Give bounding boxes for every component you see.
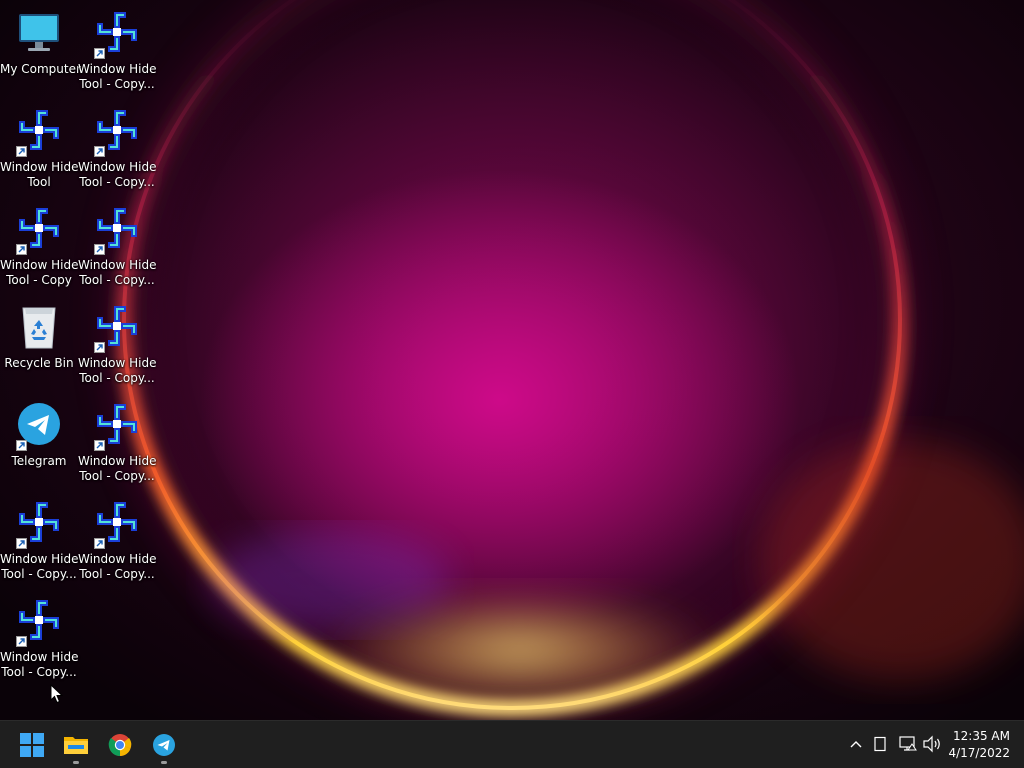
start-button[interactable] [12,725,52,765]
shortcut-arrow-icon [16,538,27,549]
clock-time: 12:35 AM [953,729,1010,743]
windows-logo-icon [20,733,44,757]
folder-icon [64,737,88,754]
icon-label: Window Hide Tool - Copy... [78,552,157,581]
pinwheel-icon [93,206,141,255]
clock-date: 4/17/2022 [948,746,1010,760]
icon-label: Window Hide Tool - Copy... [78,258,157,287]
icon-label: My Computer [0,62,81,76]
window-hide-tool-copy-shortcut[interactable]: Window Hide Tool - Copy... [78,396,157,486]
window-hide-tool-copy-shortcut[interactable]: Window Hide Tool - Copy... [78,4,157,94]
shortcut-arrow-icon [94,48,105,59]
pinwheel-icon [93,108,141,157]
window-hide-tool-copy-shortcut[interactable]: Window Hide Tool - Copy... [78,102,157,192]
network-icon [899,736,917,751]
icon-label: Window Hide Tool - Copy... [78,160,157,189]
running-indicator [161,761,167,764]
shortcut-arrow-icon [16,636,27,647]
shortcut-arrow-icon [16,146,27,157]
shortcut-arrow-icon [16,244,27,255]
pinwheel-icon [15,206,63,255]
icon-label: Window Hide Tool - Copy... [0,650,79,679]
window-hide-tool-copy-shortcut[interactable]: Window Hide Tool - Copy... [0,592,79,682]
monitor-icon [15,10,63,58]
shortcut-arrow-icon [94,538,105,549]
tablet-mode-button[interactable] [869,733,891,755]
shortcut-arrow-icon [94,342,105,353]
file-explorer-button[interactable] [56,725,96,765]
shortcut-arrow-icon [94,146,105,157]
icon-label: Telegram [11,454,67,468]
pinwheel-icon [93,304,141,353]
icon-label: Window Hide Tool - Copy... [78,62,157,91]
icon-label: Window Hide Tool - Copy... [78,356,157,385]
desktop[interactable]: My Computer Window Hide Tool Window Hide T… [0,0,1024,720]
shortcut-arrow-icon [94,244,105,255]
pinwheel-icon [15,500,63,549]
pinwheel-icon [15,108,63,157]
pinwheel-icon [15,598,63,647]
telegram-shortcut[interactable]: Telegram [0,396,78,486]
tablet-icon [874,736,886,752]
pinwheel-icon [93,500,141,549]
window-hide-tool-copy-shortcut[interactable]: Window Hide Tool - Copy [0,200,79,290]
volume-icon [923,735,940,753]
icon-label: Window Hide Tool [0,160,79,189]
network-button[interactable] [897,733,919,755]
telegram-icon [153,734,175,756]
recycle-bin-icon [15,304,63,352]
clock[interactable]: 12:35 AM 4/17/2022 [948,728,1010,762]
running-indicator [73,761,79,764]
shortcut-arrow-icon [94,440,105,451]
telegram-icon [15,402,63,451]
icon-label: Recycle Bin [4,356,74,370]
recycle-bin-icon-item[interactable]: Recycle Bin [0,298,78,388]
window-hide-tool-copy-shortcut[interactable]: Window Hide Tool - Copy... [0,494,79,584]
window-hide-tool-copy-shortcut[interactable]: Window Hide Tool - Copy... [78,494,157,584]
chevron-up-icon [850,741,862,748]
window-hide-tool-copy-shortcut[interactable]: Window Hide Tool - Copy... [78,298,157,388]
window-hide-tool-shortcut[interactable]: Window Hide Tool [0,102,79,192]
telegram-button[interactable] [144,725,184,765]
chrome-icon [108,734,132,757]
mouse-cursor-icon [50,683,64,708]
pinwheel-icon [93,10,141,59]
my-computer-icon-item[interactable]: My Computer [0,4,81,94]
chrome-button[interactable] [100,725,140,765]
show-hidden-icons-button[interactable] [845,733,867,755]
shortcut-arrow-icon [16,440,27,451]
icon-label: Window Hide Tool - Copy... [0,552,79,581]
icon-label: Window Hide Tool - Copy [0,258,79,287]
pinwheel-icon [93,402,141,451]
window-hide-tool-copy-shortcut[interactable]: Window Hide Tool - Copy... [78,200,157,290]
volume-button[interactable] [921,733,943,755]
taskbar: 12:35 AM 4/17/2022 [0,720,1024,768]
icon-label: Window Hide Tool - Copy... [78,454,157,483]
